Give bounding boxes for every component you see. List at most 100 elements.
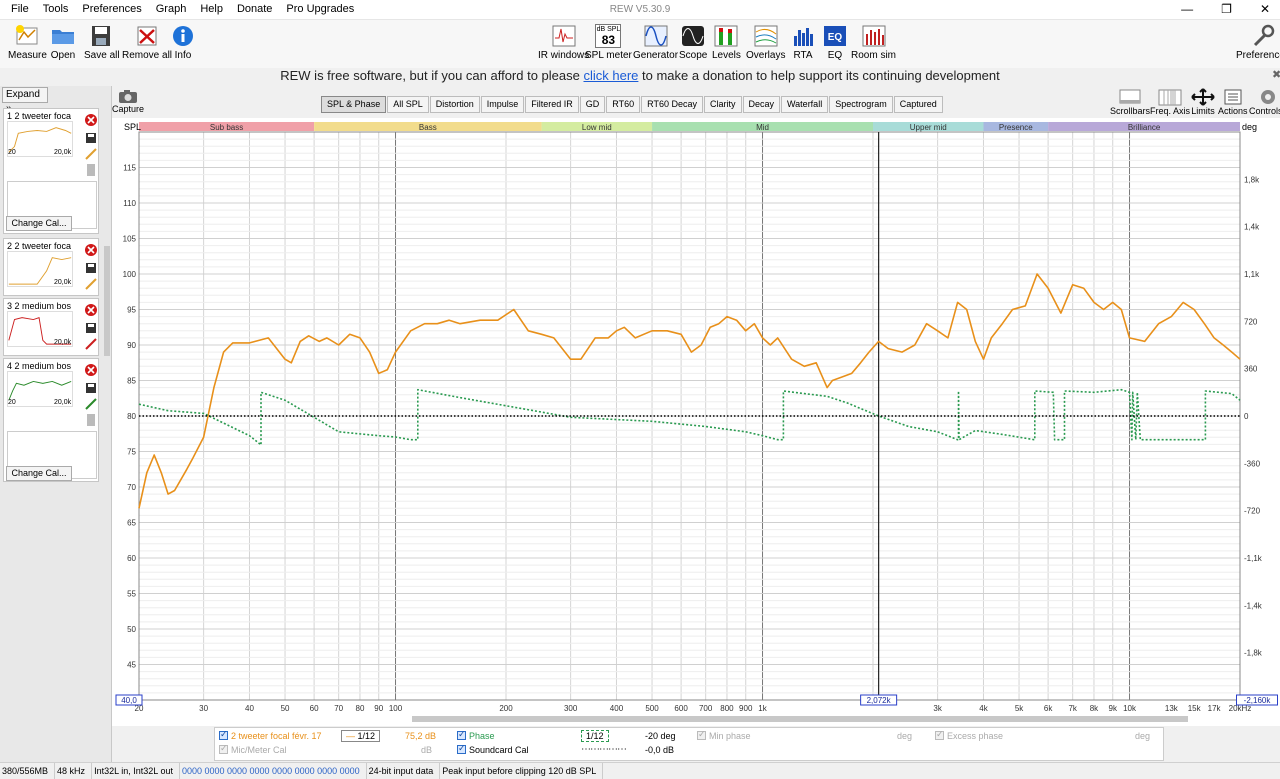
window-controls: — ❐ ✕	[1181, 2, 1270, 16]
pen-icon[interactable]	[84, 337, 98, 351]
pen-icon[interactable]	[84, 147, 98, 161]
checkbox-phase[interactable]	[457, 729, 466, 740]
save-measurement-icon[interactable]	[84, 321, 98, 335]
tab-impulse[interactable]: Impulse	[480, 96, 525, 113]
controls-button[interactable]: Controls	[1249, 88, 1280, 116]
panel-scrollbar[interactable]	[104, 246, 110, 356]
room-sim-button[interactable]: Room sim	[851, 24, 896, 61]
tab-clarity[interactable]: Clarity	[703, 96, 742, 113]
spl-meter-button[interactable]: dB SPL 83 SPL meter	[585, 24, 632, 61]
menu-tools[interactable]: Tools	[36, 3, 76, 15]
rta-button[interactable]: RTA	[790, 24, 816, 61]
change-cal-button-4[interactable]: Change Cal...	[6, 466, 72, 481]
limits-icon	[1191, 88, 1215, 106]
smoothing-selector-phase[interactable]: 1/12	[581, 730, 609, 742]
tab-decay[interactable]: Decay	[742, 96, 781, 113]
spl-phase-graph[interactable]: Sub bass Bass Low mid Mid Upper mid Presence B…	[112, 118, 1280, 726]
save-measurement-icon[interactable]	[84, 261, 98, 275]
checkbox-min-phase[interactable]	[697, 729, 706, 740]
scrollbars-button[interactable]: Scrollbars	[1110, 88, 1150, 116]
legend-measurement[interactable]: 2 tweeter focal févr. 17	[219, 729, 322, 741]
freq-axis-button[interactable]: Freq. Axis	[1150, 88, 1190, 116]
menu-file[interactable]: File	[4, 3, 36, 15]
restore-icon[interactable]: ❐	[1221, 2, 1232, 16]
x-tick-label: 17k	[1208, 704, 1222, 713]
menu-graph[interactable]: Graph	[149, 3, 194, 15]
notes-icon[interactable]	[84, 163, 98, 177]
legend-excess-phase-unit: deg	[1135, 731, 1151, 741]
tab-spl-phase[interactable]: SPL & Phase	[321, 96, 387, 113]
close-icon[interactable]: ✕	[1260, 2, 1270, 16]
smoothing-selector-spl[interactable]: — 1/12	[341, 730, 381, 742]
tab-rt60[interactable]: RT60	[606, 96, 641, 113]
checkbox-excess-phase[interactable]	[935, 729, 944, 740]
save-measurement-icon[interactable]	[84, 381, 98, 395]
menu-help[interactable]: Help	[193, 3, 230, 15]
minimize-icon[interactable]: —	[1181, 2, 1193, 16]
expand-button[interactable]: Expand »	[2, 87, 48, 114]
menu-pro-upgrades[interactable]: Pro Upgrades	[279, 3, 361, 15]
checkbox-soundcard-cal[interactable]	[457, 743, 466, 754]
measurement-card-2[interactable]: 2 2 tweeter focal fé 20,0k	[3, 238, 99, 296]
scope-button[interactable]: Scope	[679, 24, 707, 61]
menu-donate[interactable]: Donate	[230, 3, 279, 15]
legend-min-phase[interactable]: Min phase	[697, 729, 751, 741]
graph-horizontal-scrollbar[interactable]	[412, 716, 1188, 722]
thumb-axis-right-1: 20,0k	[54, 149, 72, 156]
measure-button[interactable]: Measure	[8, 24, 47, 61]
legend-mic-cal[interactable]: Mic/Meter Cal	[219, 743, 287, 755]
legend-soundcard-cal[interactable]: Soundcard Cal	[457, 743, 529, 755]
donate-link[interactable]: click here	[583, 68, 638, 83]
generator-button[interactable]: Generator	[633, 24, 678, 61]
eq-button[interactable]: EQ EQ	[822, 24, 848, 61]
delete-icon[interactable]	[84, 363, 98, 377]
tab-rt60-decay[interactable]: RT60 Decay	[641, 96, 703, 113]
tab-spectrogram[interactable]: Spectrogram	[829, 96, 893, 113]
delete-icon[interactable]	[84, 243, 98, 257]
ir-windows-button[interactable]: IR windows	[538, 24, 589, 61]
tab-gd[interactable]: GD	[579, 96, 606, 113]
legend-phase[interactable]: Phase	[457, 729, 495, 741]
notes-icon[interactable]	[84, 413, 98, 427]
band-label-2: Low mid	[582, 123, 612, 132]
panel-close-icon[interactable]: ✖	[1272, 68, 1280, 81]
thumb-axis-right-4: 20,0k	[54, 399, 72, 406]
pen-icon[interactable]	[84, 277, 98, 291]
x-tick-label: 50	[281, 704, 290, 713]
preferences-button[interactable]: Preferences	[1236, 24, 1280, 61]
measurement-card-3[interactable]: 3 2 medium bose f 20,0k	[3, 298, 99, 356]
levels-button[interactable]: Levels	[712, 24, 741, 61]
open-button[interactable]: Open	[50, 24, 76, 61]
tab-captured[interactable]: Captured	[893, 96, 943, 113]
x-tick-label: 400	[610, 704, 624, 713]
save-all-button[interactable]: Save all	[84, 24, 120, 61]
tab-distortion[interactable]: Distortion	[429, 96, 480, 113]
limits-button[interactable]: Limits	[1189, 88, 1217, 116]
info-button[interactable]: Info	[170, 24, 196, 61]
legend-soundcard-cal-value: -0,0 dB	[645, 745, 675, 755]
save-measurement-icon[interactable]	[84, 131, 98, 145]
legend-excess-phase-label: Excess phase	[947, 731, 1004, 741]
y-tick-label: 110	[123, 199, 136, 208]
checkbox-measurement[interactable]	[219, 729, 228, 740]
expand-label: Expand	[6, 89, 40, 100]
y2-tick-label: 0	[1244, 412, 1249, 421]
change-cal-button-1[interactable]: Change Cal...	[6, 216, 72, 231]
checkbox-mic-cal[interactable]	[219, 743, 228, 754]
overlays-button[interactable]: Overlays	[746, 24, 785, 61]
actions-button[interactable]: Actions	[1218, 88, 1248, 116]
legend-excess-phase[interactable]: Excess phase	[935, 729, 1004, 741]
remove-all-button[interactable]: Remove all	[122, 24, 172, 61]
pen-icon[interactable]	[84, 397, 98, 411]
y-tick-label: 105	[123, 235, 137, 244]
tab-filtered-ir[interactable]: Filtered IR	[525, 96, 579, 113]
capture-button[interactable]: Capture	[112, 88, 144, 114]
delete-icon[interactable]	[84, 303, 98, 317]
tab-waterfall[interactable]: Waterfall	[781, 96, 829, 113]
x-tick-label: 700	[699, 704, 713, 713]
measurement-card-4[interactable]: 4 2 medium bose f 20 20,0k	[3, 358, 99, 482]
delete-icon[interactable]	[84, 113, 98, 127]
menu-preferences[interactable]: Preferences	[75, 3, 148, 15]
rta-icon	[794, 28, 813, 46]
tab-all-spl[interactable]: All SPL	[387, 96, 429, 113]
